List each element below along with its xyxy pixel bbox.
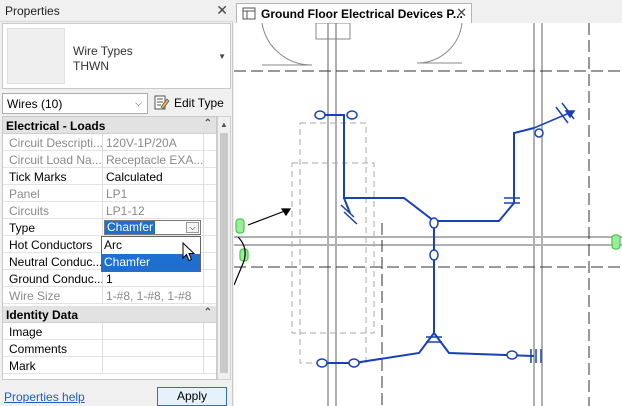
edit-type-label: Edit Type [174,96,224,110]
property-name: Circuit Load Na... [3,151,103,168]
close-icon[interactable]: ✕ [216,2,228,19]
receptacle-symbols [314,110,544,368]
home-run-arrow [533,110,576,129]
type-family-label: Wire Types [73,44,133,58]
type-combobox[interactable]: Chamfer ⌵ [104,220,201,235]
properties-help-link[interactable]: Properties help [4,390,85,404]
type-selector-dropdown-icon[interactable]: ▼ [218,52,226,61]
property-name: Image [3,323,103,340]
tick-marks [340,102,575,363]
floor-plan-drawing [233,22,622,406]
type-preview-image [7,28,65,84]
property-name: Panel [3,185,103,202]
section-label: Electrical - Loads [6,119,106,133]
row-tick-marks: Tick Marks Calculated [3,168,216,185]
scroll-up-icon[interactable]: ▲ [220,120,228,129]
collapse-icon[interactable]: ⌃ [204,118,212,129]
row-comments: Comments [3,340,216,357]
property-value: LP1-12 [106,204,145,218]
section-label: Identity Data [6,308,79,322]
property-name: Hot Conductors [3,236,103,253]
section-identity-data[interactable]: Identity Data ⌃ [3,306,216,323]
property-name: Wire Size [3,287,103,304]
row-image: Image [3,323,216,340]
property-value: Receptacle EXA... [106,153,203,167]
row-circuit-description: Circuit Descripti... 120V-1P/20A [3,134,216,151]
property-value[interactable] [103,357,203,374]
row-circuit-load-name: Circuit Load Na... Receptacle EXA... [3,151,216,168]
scrollbar-thumb[interactable] [220,133,228,373]
apply-button[interactable]: Apply [157,387,227,406]
type-combobox-value: Chamfer [105,220,156,234]
properties-title: Properties [5,4,60,18]
close-icon[interactable]: ✕ [456,5,467,21]
device-symbols [235,218,621,262]
row-ground-conductors: Ground Conduc... 1 [3,270,216,287]
property-value: LP1 [106,187,128,201]
row-panel: Panel LP1 [3,185,216,202]
instance-row: Wires (10) ⌵ Edit Type [2,93,231,115]
instance-filter-value: Wires (10) [7,97,63,111]
chevron-down-icon: ⌵ [135,98,142,108]
floor-plan-icon [242,7,256,20]
property-value: 120V-1P/20A [106,136,177,150]
type-selector[interactable]: Wire Types THWN ▼ [2,23,231,89]
property-value[interactable]: Calculated [103,168,203,185]
view-tab-title: Ground Floor Electrical Devices P... [261,7,463,21]
properties-scrollbar[interactable]: ▲ [217,116,231,380]
drawing-canvas[interactable] [233,22,622,406]
property-value[interactable]: 1 [103,270,203,287]
property-value: 1-#8, 1-#8, 1-#8 [106,289,192,303]
property-name: Ground Conduc... [3,270,103,287]
row-type: Type Chamfer ⌵ [3,219,216,236]
collapse-icon[interactable]: ⌃ [204,307,212,318]
section-electrical-loads[interactable]: Electrical - Loads ⌃ [3,117,216,134]
property-value[interactable] [103,340,203,357]
row-circuits: Circuits LP1-12 [3,202,216,219]
property-value[interactable] [103,323,203,340]
property-name: Type [3,219,103,236]
property-name: Comments [3,340,103,357]
column-outline [291,122,375,364]
row-wire-size: Wire Size 1-#8, 1-#8, 1-#8 [3,287,216,304]
properties-title-bar: Properties ✕ [0,0,233,22]
edit-type-icon [154,95,170,110]
row-mark: Mark [3,357,216,374]
property-name: Neutral Conduc... [3,253,103,270]
door-frame [315,22,351,40]
property-name: Tick Marks [3,168,103,185]
view-tab-ground-floor[interactable]: Ground Floor Electrical Devices P... ✕ [236,3,472,23]
edit-type-button[interactable]: Edit Type [152,93,231,114]
property-name: Mark [3,357,103,374]
wire-runs [319,114,535,364]
door-swings [261,22,463,66]
mouse-cursor-icon [182,242,196,262]
property-name: Circuits [3,202,103,219]
type-name-label: THWN [73,59,109,73]
chevron-down-icon[interactable]: ⌵ [186,222,199,233]
instance-filter-select[interactable]: Wires (10) ⌵ [2,93,148,114]
properties-panel: Properties ✕ Wire Types THWN ▼ Wires (10… [0,0,233,406]
property-name: Circuit Descripti... [3,134,103,151]
